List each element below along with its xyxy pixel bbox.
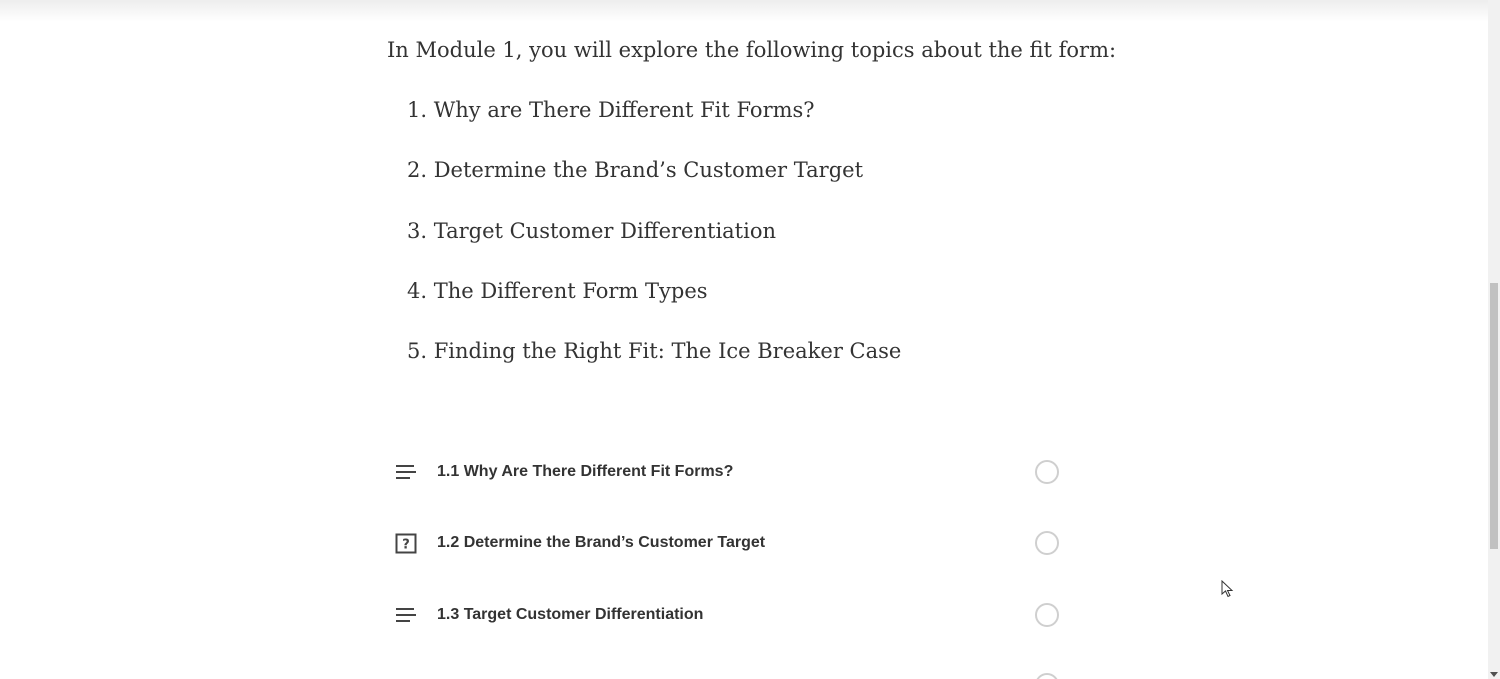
module-intro-text: In Module 1, you will explore the follow… — [387, 38, 1117, 62]
topic-number: 4. — [406, 278, 427, 303]
topic-label: Determine the Brand’s Customer Target — [433, 158, 864, 183]
topic-item: 5. Finding the Right Fit: The Ice Breake… — [395, 336, 901, 396]
svg-text:?: ? — [402, 538, 410, 553]
topic-item: 4. The Different Form Types — [395, 276, 901, 336]
completion-circle-icon — [1035, 673, 1059, 679]
lesson-title[interactable]: 1.1 Why Are There Different Fit Forms? — [437, 463, 733, 481]
topic-number: 2. — [406, 158, 427, 183]
vertical-scrollbar[interactable] — [1488, 0, 1500, 679]
topic-item: 2. Determine the Brand’s Customer Target — [395, 155, 901, 215]
completion-circle-icon — [1035, 531, 1059, 556]
header-shadow — [0, 0, 1488, 22]
topic-number: 1. — [406, 98, 427, 122]
topic-label: Finding the Right Fit: The Ice Breaker C… — [433, 339, 902, 363]
quiz-icon: ? — [395, 532, 417, 554]
topic-label: The Different Form Types — [433, 278, 708, 303]
lesson-row[interactable]: 1.1 Why Are There Different Fit Forms? — [385, 436, 1075, 508]
topic-label: Target Customer Differentiation — [433, 218, 777, 243]
text-lines-icon — [395, 604, 417, 626]
topic-number: 3. — [406, 218, 427, 243]
lesson-row[interactable]: 1.3 Target Customer Differentiation — [385, 579, 1075, 651]
mouse-cursor-icon — [1221, 580, 1234, 598]
scrollbar-thumb[interactable] — [1490, 283, 1498, 549]
lesson-title[interactable]: 1.3 Target Customer Differentiation — [437, 606, 703, 624]
topic-list: 1. Why are There Different Fit Forms? 2.… — [395, 95, 901, 396]
text-lines-icon — [395, 461, 417, 483]
scroll-down-arrow-icon[interactable] — [1490, 672, 1498, 677]
topic-label: Why are There Different Fit Forms? — [433, 98, 815, 122]
completion-circle-icon — [1035, 459, 1059, 484]
completion-circle-icon — [1035, 602, 1059, 627]
lesson-title[interactable]: 1.2 Determine the Brand’s Customer Targe… — [437, 534, 765, 552]
lesson-row[interactable]: ? 1.2 Determine the Brand’s Customer Tar… — [385, 508, 1075, 580]
topic-number: 5. — [406, 339, 427, 363]
lesson-list: 1.1 Why Are There Different Fit Forms? ?… — [385, 436, 1075, 651]
topic-item: 1. Why are There Different Fit Forms? — [395, 95, 901, 155]
topic-item: 3. Target Customer Differentiation — [395, 216, 901, 276]
